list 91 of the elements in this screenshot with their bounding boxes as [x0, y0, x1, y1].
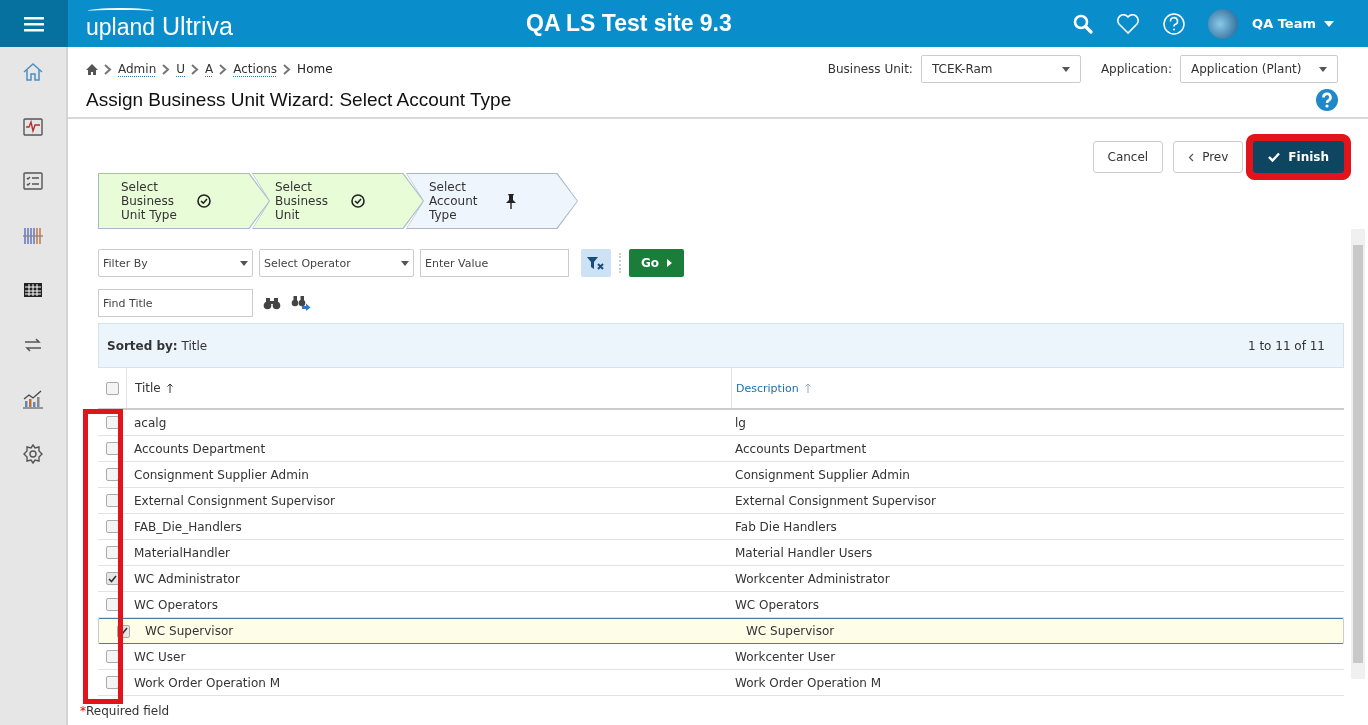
heart-icon[interactable] [1116, 12, 1141, 35]
row-checkbox[interactable] [105, 598, 119, 611]
table-cell-text: WC Administrator [133, 570, 241, 588]
wizard-step: Select Account Type [406, 173, 578, 229]
table-cell-text: Work Order Operation M [133, 674, 281, 692]
filter-by-dropdown[interactable]: Filter By [98, 249, 253, 277]
help-icon[interactable] [1316, 89, 1338, 111]
sort-arrow-icon [166, 382, 173, 394]
settings-icon[interactable] [22, 442, 44, 465]
check-circle-icon [351, 194, 365, 208]
caret-right-icon [667, 259, 673, 267]
table-cell-text: Fab Die Handlers [734, 518, 838, 536]
operator-dropdown[interactable]: Select Operator [259, 249, 414, 277]
required-note: *Required field [80, 704, 171, 718]
row-checkbox[interactable] [105, 468, 119, 481]
select-all-checkbox[interactable] [105, 381, 119, 395]
table-cell-text: Work Order Operation M [734, 674, 882, 692]
menu-icon [24, 15, 44, 32]
filter-clear-icon [587, 256, 605, 270]
pin-icon [505, 193, 517, 209]
value-input[interactable]: Enter Value [420, 249, 569, 277]
breadcrumb-link[interactable]: Admin [118, 62, 157, 76]
check-circle-icon [197, 194, 211, 208]
breadcrumb-current: Home [297, 62, 333, 76]
table-cell-text: WC Supervisor [745, 623, 836, 640]
page-title: Assign Business Unit Wizard: Select Account Type [86, 89, 512, 111]
table-cell-text: Consignment Supplier Admin [133, 466, 310, 484]
table-cell-text: FAB_Die_Handlers [133, 518, 243, 536]
table-cell-text: Workcenter Administrator [734, 570, 891, 588]
action-button[interactable]: Cancel [1092, 141, 1164, 173]
chevron-icon [191, 63, 200, 75]
home-icon[interactable] [86, 63, 98, 75]
binoculars-icon[interactable] [263, 296, 281, 310]
table-cell-text: External Consignment Supervisor [133, 492, 337, 510]
breadcrumb-link[interactable]: Actions [233, 62, 278, 76]
chevron-icon [162, 63, 171, 75]
application-label: Application: [1100, 62, 1172, 76]
clear-filter-button[interactable] [581, 249, 611, 277]
sort-arrow-icon [804, 382, 811, 394]
table-cell-text: Consignment Supplier Admin [734, 466, 911, 484]
caret-icon [1324, 20, 1334, 27]
check-icon [107, 574, 117, 583]
selected-row-highlight[interactable]: WC Supervisor WC Supervisor [98, 618, 1344, 644]
column-header[interactable]: Description [731, 368, 1344, 408]
row-checkbox[interactable] [105, 416, 119, 429]
row-checkbox[interactable] [105, 650, 119, 663]
chevron-left-icon [1188, 152, 1195, 162]
table-cell-text: WC Operators [734, 596, 821, 614]
table-cell-text: WC Supervisor [144, 623, 235, 640]
chevron-icon [219, 63, 228, 75]
menu-button[interactable] [0, 0, 68, 47]
row-checkbox[interactable] [105, 546, 119, 559]
application-dropdown[interactable]: Application (Plant) [1180, 55, 1338, 83]
table-cell-text: Material Handler Users [734, 544, 874, 562]
row-checkbox[interactable] [105, 520, 119, 533]
table-cell-text: Accounts Department [734, 440, 868, 458]
table-cell-text: External Consignment Supervisor [734, 492, 938, 510]
table-cell-text: MaterialHandler [133, 544, 231, 562]
table-cell-text: Accounts Department [133, 440, 267, 458]
business-unit-label: Business Unit: [827, 62, 913, 76]
row-checkbox[interactable] [105, 676, 119, 689]
column-header[interactable]: Title [126, 368, 731, 408]
scrollbar[interactable] [1351, 229, 1365, 679]
row-checkbox[interactable] [105, 572, 119, 585]
breadcrumb-link[interactable]: A [205, 62, 214, 76]
record-range: 1 to 11 of 11 [1247, 338, 1325, 353]
go-button[interactable]: Go [629, 249, 685, 277]
table-cell-text: acalg [133, 414, 168, 432]
binoculars-next-icon[interactable] [291, 295, 311, 311]
table-cell-text: lg [734, 414, 747, 432]
chevron-icon [283, 63, 292, 75]
row-checkbox[interactable] [105, 442, 119, 455]
search-icon[interactable] [1072, 12, 1095, 35]
check-icon [1268, 152, 1281, 162]
sorted-by-text: Sorted by: Title [107, 338, 208, 353]
row-checkbox[interactable] [105, 494, 119, 507]
chevron-icon [104, 63, 112, 75]
pulse-chart-icon[interactable] [22, 115, 44, 138]
site-title: QA LS Test site 9.3 [526, 10, 733, 37]
checklist-icon[interactable] [22, 170, 44, 192]
bar-chart-icon[interactable] [22, 388, 44, 410]
app-logo: upland Ultriva [86, 6, 466, 41]
table-cell-text: WC Operators [133, 596, 220, 614]
breadcrumb-link[interactable]: U [176, 62, 186, 76]
help-icon[interactable] [1162, 11, 1187, 36]
table-cell-text: WC User [133, 648, 187, 666]
table-cell-text: Workcenter User [734, 648, 837, 666]
action-button[interactable]: Prev [1173, 141, 1244, 173]
find-input[interactable]: Find Title [98, 289, 253, 317]
business-unit-dropdown[interactable]: TCEK-Ram [920, 55, 1081, 83]
user-menu[interactable]: QA Team [1246, 15, 1340, 32]
